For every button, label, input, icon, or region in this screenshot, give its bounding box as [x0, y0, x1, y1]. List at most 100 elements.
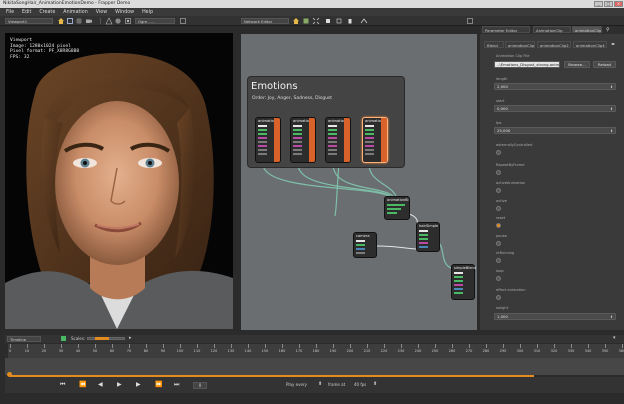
- maximize-view-icon[interactable]: [180, 18, 186, 24]
- home-icon[interactable]: [58, 18, 64, 24]
- timeline-collapse-icon[interactable]: ▾: [613, 335, 616, 341]
- node-side-bar: [274, 118, 280, 162]
- node-port: [356, 244, 365, 246]
- spin-arrows-icon[interactable]: ⬍: [610, 314, 613, 320]
- node-hair-simple[interactable]: hairSimple: [416, 222, 440, 252]
- ruler-tick: [367, 344, 368, 348]
- timeline-tab[interactable]: Timeline: [7, 336, 41, 342]
- menu-animation[interactable]: Animation: [63, 10, 87, 15]
- ungroup-icon[interactable]: [336, 18, 342, 24]
- pin-icon[interactable]: ⚲: [606, 27, 610, 33]
- menu-edit[interactable]: Edit: [22, 10, 31, 15]
- node-animation1[interactable]: animation1: [255, 117, 281, 163]
- node-camera[interactable]: camera: [353, 232, 377, 258]
- ruler-tick: [146, 344, 147, 348]
- arrange-icon[interactable]: [360, 18, 368, 24]
- param-label-reset: reset: [496, 216, 506, 220]
- group-icon[interactable]: [325, 18, 331, 24]
- minimize-button[interactable]: _: [594, 1, 603, 7]
- param-start-field[interactable]: 0,000 ⬍: [494, 105, 616, 112]
- frame-all-icon[interactable]: [312, 17, 320, 25]
- timeline-toggle-icon[interactable]: [61, 336, 66, 341]
- node-animation2[interactable]: animation2: [290, 117, 316, 163]
- grid-icon[interactable]: [76, 18, 82, 24]
- maximize-button[interactable]: □: [604, 1, 613, 7]
- subtab-animation-clip4[interactable]: animationClip4: [573, 41, 607, 48]
- fps-spinner[interactable]: ⬍: [373, 381, 377, 387]
- menu-create[interactable]: Create: [39, 10, 55, 15]
- tab-animation-clip[interactable]: AnimationClip: [533, 26, 571, 33]
- fps-value[interactable]: 40 fps: [354, 382, 366, 387]
- menu-view[interactable]: View: [96, 10, 107, 15]
- close-button[interactable]: ×: [614, 1, 623, 7]
- node-animation4[interactable]: animation4: [362, 117, 388, 163]
- go-to-end-icon[interactable]: ⏭: [174, 381, 179, 389]
- render-dropdown[interactable]: Ogre - ...: [135, 18, 175, 24]
- node-add-icon[interactable]: [303, 18, 309, 24]
- screenshot-icon[interactable]: [125, 18, 131, 24]
- ruler-tick: [265, 344, 266, 348]
- step-forward-icon[interactable]: ▶: [136, 381, 141, 388]
- menu-file[interactable]: File: [6, 10, 14, 15]
- node-simple-blend[interactable]: simpleBlend: [451, 264, 476, 300]
- param-effect-animation-toggle[interactable]: [496, 295, 501, 300]
- ruler-tick: [588, 344, 589, 348]
- current-frame-field[interactable]: 0: [193, 382, 207, 389]
- home-icon[interactable]: [293, 18, 299, 24]
- network-editor-tab[interactable]: Network Editor: [241, 18, 289, 24]
- tab-select-dropdown[interactable]: animationClip: [572, 26, 602, 33]
- 3d-viewport[interactable]: Viewport Image: 1280x1024 pixel Pixel fo…: [5, 33, 233, 329]
- subtab-animation-clip2[interactable]: animationClip2: [537, 41, 571, 48]
- scale-next-arrow[interactable]: ▸: [129, 335, 132, 341]
- browse-button[interactable]: Browse...: [564, 61, 590, 68]
- param-repeat-by-frame-toggle[interactable]: [496, 170, 501, 175]
- spin-arrows-icon[interactable]: ⬍: [610, 106, 613, 112]
- go-to-start-icon[interactable]: ⏮: [60, 381, 65, 389]
- tab-scroll-arrows[interactable]: ◂▸: [611, 41, 615, 46]
- viewport-tab[interactable]: Viewport1: [5, 18, 53, 24]
- character-render: [5, 53, 233, 329]
- step-back-icon[interactable]: ◀: [98, 381, 103, 388]
- node-port: [258, 141, 267, 143]
- node-animation-blend[interactable]: animationBl: [384, 196, 410, 220]
- timeline-track[interactable]: [5, 358, 624, 377]
- param-loop-toggle[interactable]: [496, 276, 501, 281]
- camera-icon[interactable]: [86, 18, 92, 24]
- next-key-icon[interactable]: ⏩: [155, 381, 162, 388]
- param-weight-field[interactable]: 1,000 ⬍: [494, 313, 616, 320]
- param-reset-toggle[interactable]: [496, 223, 501, 228]
- ruler-tick-label: 260: [448, 349, 456, 353]
- network-editor[interactable]: Emotions Order: Joy, Anger, Sadness, Dis…: [241, 34, 477, 330]
- ruler-tick-label: 330: [567, 349, 575, 353]
- play-icon[interactable]: ▶: [117, 381, 122, 388]
- param-fps-field[interactable]: 25,000 ⬍: [494, 127, 616, 134]
- splitter[interactable]: [235, 33, 239, 329]
- param-rerunning-toggle[interactable]: [496, 258, 501, 263]
- play-every-spinner[interactable]: ⬍: [318, 381, 322, 387]
- ruler-tick: [282, 344, 283, 348]
- param-active-animation-toggle[interactable]: [496, 188, 501, 193]
- reload-button[interactable]: Reload: [593, 61, 616, 68]
- param-externally-controlled-toggle[interactable]: [496, 150, 501, 155]
- previous-key-icon[interactable]: ⏪: [79, 381, 86, 388]
- param-active-toggle[interactable]: [496, 206, 501, 211]
- menu-help[interactable]: Help: [142, 10, 153, 15]
- node-animation3[interactable]: animation3: [325, 117, 351, 163]
- ruler-tick: [214, 344, 215, 348]
- maximize-network-icon[interactable]: [467, 18, 473, 24]
- fit-icon[interactable]: [67, 18, 73, 24]
- wireframe-icon[interactable]: [105, 17, 113, 25]
- spin-arrows-icon[interactable]: ⬍: [610, 128, 613, 134]
- param-label-active-animation: activeAnimation: [496, 181, 526, 185]
- delete-icon[interactable]: [347, 18, 353, 24]
- subtab-blend[interactable]: Blend: [484, 41, 504, 48]
- subtab-animation-clip[interactable]: animationClip: [505, 41, 535, 48]
- param-pause-toggle[interactable]: [496, 241, 501, 246]
- tab-parameter-editor[interactable]: Parameter Editor: [482, 26, 530, 33]
- spin-arrows-icon[interactable]: ⬍: [610, 84, 613, 90]
- timeline-ruler[interactable]: 0 10 20 30 40 50 60 70 80 90 100 110 120 130 140 150 160…: [8, 344, 624, 358]
- param-length-field[interactable]: 2,000 ⬍: [494, 83, 616, 90]
- file-path-field[interactable]: ..\Emotions_Disgust_strong.anim: [494, 61, 560, 68]
- shaded-icon[interactable]: [115, 18, 121, 24]
- menu-window[interactable]: Window: [115, 10, 134, 15]
